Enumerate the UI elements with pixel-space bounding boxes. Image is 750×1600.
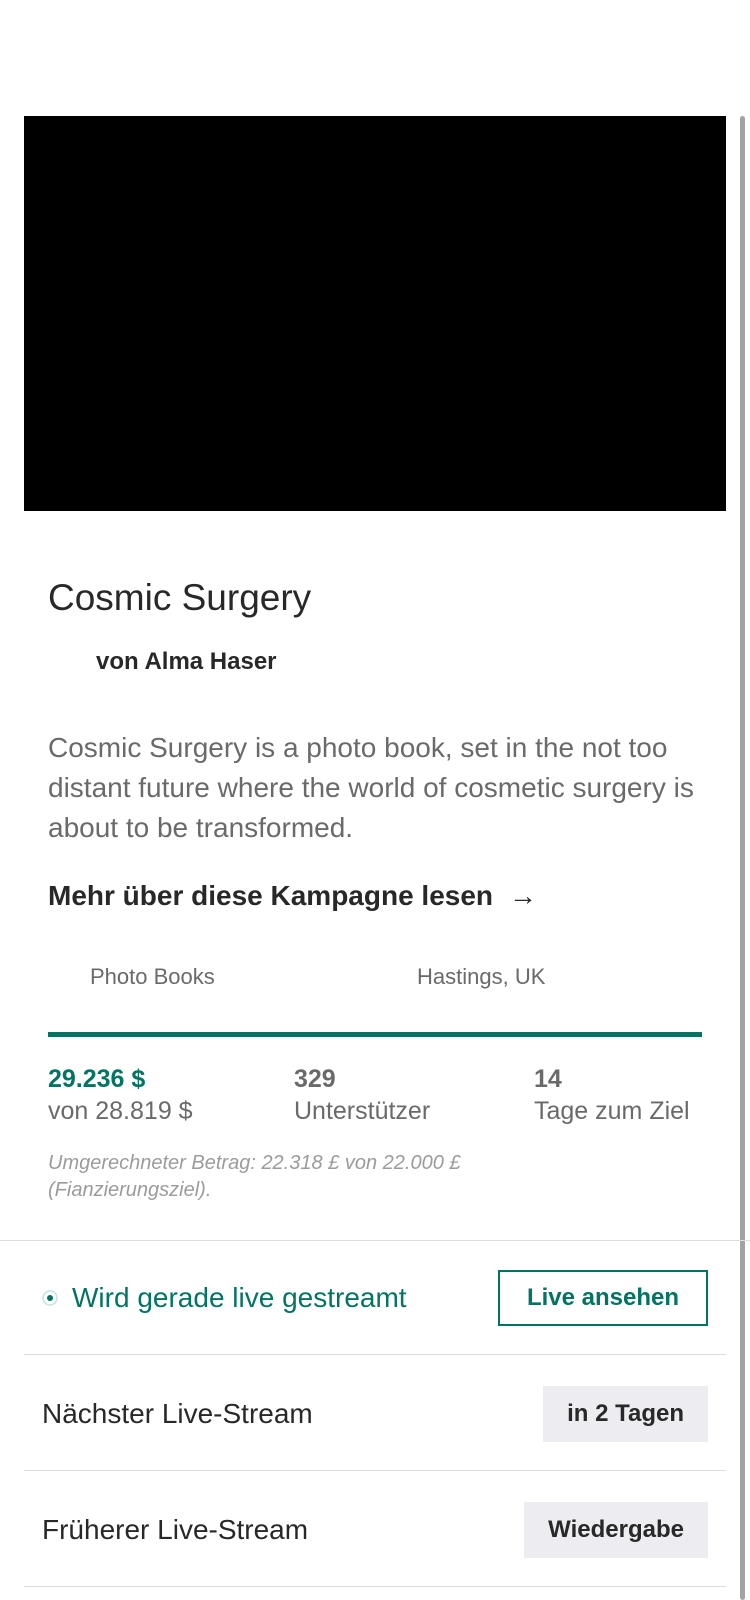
row-divider	[24, 1586, 726, 1587]
arrow-right-icon: →	[509, 880, 538, 911]
next-stream-label: Nächster Live-Stream	[42, 1398, 313, 1429]
live-dot-icon	[42, 1290, 58, 1306]
category-link[interactable]: Photo Books	[90, 964, 215, 990]
watch-live-button[interactable]: Live ansehen	[498, 1270, 708, 1326]
next-stream-button[interactable]: in 2 Tagen	[543, 1386, 708, 1442]
pledged-amount: 29.236 $	[48, 1065, 146, 1093]
read-more-label: Mehr über diese Kampagne lesen	[48, 880, 494, 911]
replay-button[interactable]: Wiedergabe	[524, 1502, 708, 1558]
project-page: Cosmic Surgery von Alma Haser Cosmic Sur…	[0, 0, 750, 1600]
read-more-link[interactable]: Mehr über diese Kampagne lesen →	[48, 880, 537, 912]
section-divider	[0, 1240, 750, 1241]
scrollbar[interactable]	[740, 116, 745, 1600]
past-stream-row: Früherer Live-Stream Wiedergabe	[42, 1502, 708, 1558]
video-player[interactable]	[24, 116, 726, 511]
days-label: Tage zum Ziel	[534, 1097, 690, 1125]
next-stream-row: Nächster Live-Stream in 2 Tagen	[42, 1386, 708, 1442]
past-stream-label: Früherer Live-Stream	[42, 1514, 309, 1545]
live-now-row: Wird gerade live gestreamt Live ansehen	[42, 1270, 708, 1326]
live-status-text: Wird gerade live gestreamt	[72, 1282, 407, 1313]
stat-backers: 329 Unterstützer	[294, 1064, 430, 1128]
row-divider	[24, 1354, 726, 1355]
goal-amount: von 28.819 $	[48, 1097, 193, 1125]
converted-amount-note: Umgerechneter Betrag: 22.318 £ von 22.00…	[48, 1152, 461, 1201]
project-blurb: Cosmic Surgery is a photo book, set in t…	[48, 732, 694, 843]
stat-days: 14 Tage zum Ziel	[534, 1064, 690, 1128]
backers-count: 329	[294, 1065, 336, 1093]
creator-name[interactable]: von Alma Haser	[96, 648, 277, 676]
project-title: Cosmic Surgery	[48, 577, 312, 618]
funding-progress-bar	[48, 1032, 702, 1037]
days-count: 14	[534, 1065, 562, 1093]
row-divider	[24, 1470, 726, 1471]
backers-label: Unterstützer	[294, 1097, 431, 1125]
stat-pledged: 29.236 $ von 28.819 $	[48, 1064, 193, 1128]
location-link[interactable]: Hastings, UK	[417, 964, 545, 990]
live-status: Wird gerade live gestreamt	[42, 1282, 407, 1314]
funding-progress-fill	[48, 1032, 702, 1037]
